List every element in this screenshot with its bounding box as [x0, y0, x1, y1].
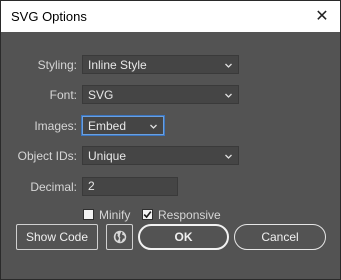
close-icon[interactable]: ✕: [314, 1, 330, 32]
responsive-checkbox[interactable]: [142, 209, 153, 220]
images-value: Embed: [88, 119, 127, 133]
svg-options-dialog: SVG Options ✕ Styling: Inline Style Font…: [0, 0, 341, 280]
chevron-down-icon: [225, 154, 232, 159]
images-select[interactable]: Embed: [82, 116, 164, 135]
styling-select[interactable]: Inline Style: [82, 55, 239, 74]
dialog-title: SVG Options: [11, 9, 87, 24]
chevron-down-icon: [225, 63, 232, 68]
chevron-down-icon: [225, 93, 232, 98]
decimal-label: Decimal:: [30, 180, 77, 194]
checkmark-icon: [143, 211, 152, 219]
minify-label: Minify: [99, 208, 131, 222]
styling-label: Styling:: [37, 58, 77, 72]
preview-in-browser-button[interactable]: [106, 224, 133, 250]
ok-button[interactable]: OK: [138, 224, 229, 250]
font-select[interactable]: SVG: [82, 85, 239, 104]
cancel-button[interactable]: Cancel: [234, 224, 326, 250]
images-label: Images:: [34, 119, 77, 133]
minify-checkbox[interactable]: [83, 209, 94, 220]
object-ids-label: Object IDs:: [17, 149, 77, 163]
font-value: SVG: [88, 88, 114, 102]
responsive-option[interactable]: Responsive: [142, 207, 232, 223]
responsive-label: Responsive: [158, 208, 221, 222]
styling-value: Inline Style: [88, 58, 147, 72]
object-ids-value: Unique: [88, 149, 127, 163]
globe-icon: [113, 230, 127, 244]
font-label: Font:: [49, 88, 77, 102]
object-ids-select[interactable]: Unique: [82, 146, 239, 165]
show-code-button[interactable]: Show Code: [16, 224, 98, 250]
decimal-input[interactable]: 2: [82, 177, 178, 196]
title-bar: SVG Options ✕: [1, 1, 340, 32]
chevron-down-icon: [150, 124, 157, 129]
minify-option[interactable]: Minify: [83, 207, 139, 223]
